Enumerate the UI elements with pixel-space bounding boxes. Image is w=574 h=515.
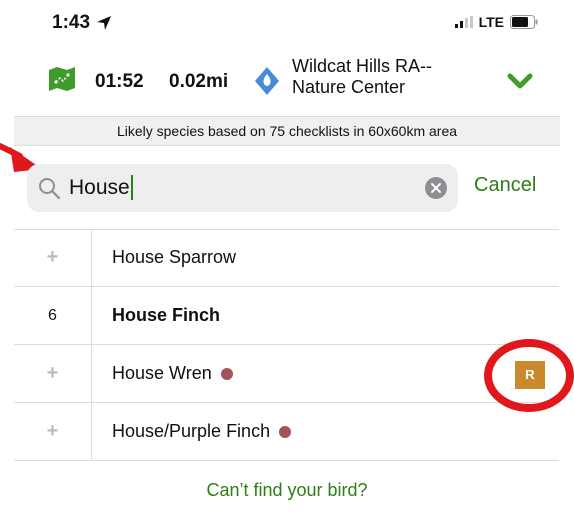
species-list: + House Sparrow 6 House Finch + House Wr… [14, 229, 559, 461]
status-time-group: 1:43 [52, 12, 112, 34]
rare-dot-icon [220, 367, 233, 380]
location-pin-icon [255, 67, 279, 95]
species-count: 6 [48, 306, 57, 324]
status-time: 1:43 [52, 12, 91, 33]
map-icon[interactable] [48, 66, 76, 92]
species-name-label: House Sparrow [112, 247, 237, 267]
location-arrow-icon [97, 16, 112, 30]
checklist-header: 01:52 0.02mi Wildcat Hills RA-- Nature C… [0, 52, 574, 114]
species-count-button[interactable]: + [14, 345, 91, 402]
species-row-house-wren[interactable]: + House Wren [14, 345, 559, 403]
location-name-line1: Wildcat Hills RA-- [292, 56, 433, 76]
species-count-button[interactable]: 6 [14, 287, 91, 344]
search-input-value: House [69, 175, 130, 199]
cant-find-bird-link[interactable]: Can’t find your bird? [0, 480, 574, 501]
rare-badge[interactable]: R [515, 361, 545, 389]
search-icon [39, 178, 61, 200]
status-bar: 1:43 LTE [0, 0, 574, 48]
signal-bars-icon [454, 16, 473, 28]
plus-icon: + [46, 246, 59, 268]
search-field[interactable]: House [27, 164, 458, 212]
status-indicators: LTE [454, 14, 538, 30]
likely-species-banner: Likely species based on 75 checklists in… [14, 116, 560, 146]
species-row-house-sparrow[interactable]: + House Sparrow [14, 229, 559, 287]
cancel-button[interactable]: Cancel [474, 174, 536, 197]
search-input[interactable]: House [69, 175, 133, 200]
plus-icon: + [46, 420, 59, 442]
species-name-label: House Finch [112, 305, 221, 325]
checklist-timer: 01:52 [95, 71, 144, 92]
location-name-line2: Nature Center [292, 77, 406, 97]
location-name[interactable]: Wildcat Hills RA-- Nature Center [292, 56, 482, 98]
species-row-house-finch[interactable]: 6 House Finch [14, 287, 559, 345]
species-name-label: House Wren [112, 363, 212, 383]
clear-search-button[interactable] [425, 177, 447, 199]
checklist-distance: 0.02mi [169, 71, 229, 92]
species-name[interactable]: House/Purple Finch [112, 403, 292, 460]
text-caret [130, 175, 133, 200]
species-count-button[interactable]: + [14, 403, 91, 460]
species-name[interactable]: House Finch [112, 287, 220, 344]
species-count-button[interactable]: + [14, 229, 91, 286]
battery-icon [510, 15, 538, 29]
rare-dot-icon [279, 425, 292, 438]
network-type: LTE [478, 14, 504, 30]
clear-icon [431, 183, 441, 193]
chevron-down-icon[interactable] [507, 72, 533, 90]
species-name[interactable]: House Wren [112, 345, 233, 402]
species-name[interactable]: House Sparrow [112, 229, 236, 286]
species-row-house-purple-finch[interactable]: + House/Purple Finch [14, 403, 559, 461]
plus-icon: + [46, 362, 59, 384]
species-name-label: House/Purple Finch [112, 421, 271, 441]
